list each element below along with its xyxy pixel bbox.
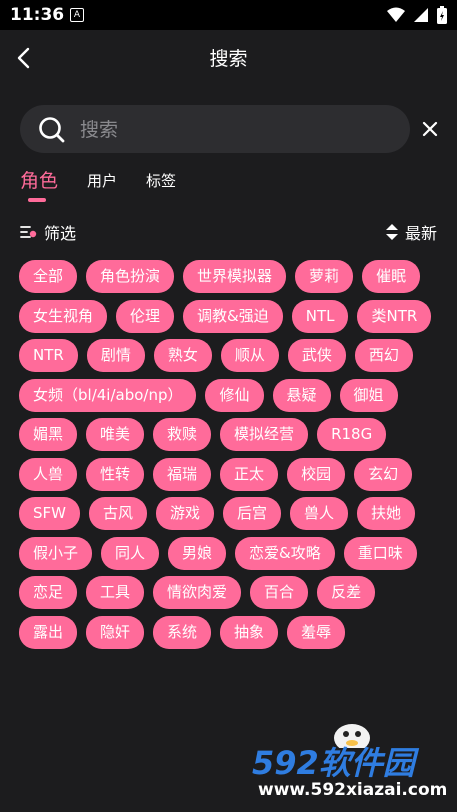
signal-icon <box>414 8 428 22</box>
tag-chip[interactable]: 顺从 <box>220 339 279 372</box>
watermark: 592软件园 www.592xiazai.com <box>252 712 457 812</box>
tag-chip[interactable]: 媚黑 <box>19 418 78 451</box>
watermark-url: www.592xiazai.com <box>258 780 448 800</box>
tag-chip[interactable]: 类NTR <box>357 299 432 333</box>
tag-cloud: 全部 角色扮演 世界模拟器 萝莉 催眠 女生视角 伦理 调教&强迫 NTL 类NTR NTR 剧情 熟女… <box>19 260 439 655</box>
tag-chip[interactable]: 男娘 <box>168 536 227 570</box>
battery-icon <box>437 6 447 24</box>
search-icon <box>39 117 65 143</box>
tag-chip[interactable]: R18G <box>317 418 387 451</box>
tag-chip[interactable]: NTR <box>19 339 78 372</box>
tag-chip[interactable]: 羞辱 <box>287 615 346 649</box>
tag-chip[interactable]: 抽象 <box>220 615 279 649</box>
tag-chip[interactable]: 校园 <box>287 457 346 491</box>
tag-chip[interactable]: 后宫 <box>223 497 282 530</box>
tag-row: SFW 古风 游戏 后宫 兽人 扶她 <box>19 497 439 530</box>
filter-sort-row: 筛选 最新 <box>0 218 457 246</box>
tag-chip[interactable]: 恋爱&攻略 <box>235 536 335 570</box>
tag-chip[interactable]: 角色扮演 <box>86 260 175 293</box>
tag-chip[interactable]: 性转 <box>86 457 145 491</box>
tag-chip[interactable]: 情欲肉爱 <box>153 576 242 609</box>
tag-chip[interactable]: 御姐 <box>339 378 398 412</box>
close-icon[interactable] <box>420 119 440 139</box>
watermark-brand: 592软件园 <box>252 744 415 782</box>
tag-chip[interactable]: 模拟经营 <box>220 418 309 451</box>
sort-button[interactable]: 最新 <box>385 220 437 244</box>
status-time: 11:36 <box>10 5 65 25</box>
tag-chip[interactable]: 玄幻 <box>354 457 413 491</box>
tag-chip[interactable]: 兽人 <box>290 497 349 530</box>
tab-tag[interactable]: 标签 <box>146 170 176 191</box>
tag-row: NTR 剧情 熟女 顺从 武侠 西幻 <box>19 339 439 372</box>
tag-chip[interactable]: 调教&强迫 <box>183 299 283 333</box>
app-header: 搜索 <box>0 30 457 86</box>
tag-chip[interactable]: 全部 <box>19 260 78 293</box>
tag-chip[interactable]: 熟女 <box>153 339 212 372</box>
tag-chip[interactable]: 露出 <box>19 615 78 649</box>
tag-chip[interactable]: 福瑞 <box>153 457 212 491</box>
tag-chip[interactable]: 假小子 <box>19 536 93 570</box>
filter-button[interactable]: 筛选 <box>20 220 76 244</box>
active-tab-indicator <box>28 198 46 202</box>
sort-label: 最新 <box>404 224 437 243</box>
tab-user[interactable]: 用户 <box>87 170 117 191</box>
filter-label: 筛选 <box>44 224 77 243</box>
tag-row: 女频（bl/4i/abo/np） 修仙 悬疑 御姐 <box>19 378 439 412</box>
tag-chip[interactable]: 同人 <box>101 536 160 570</box>
tag-chip[interactable]: 武侠 <box>287 339 346 372</box>
tag-chip[interactable]: 百合 <box>250 576 309 609</box>
tag-chip[interactable]: 系统 <box>153 615 212 649</box>
tag-chip[interactable]: NTL <box>291 299 349 333</box>
tag-chip[interactable]: 重口味 <box>343 536 417 570</box>
status-icons <box>387 6 447 24</box>
search-input[interactable] <box>78 105 402 155</box>
status-bar: 11:36 A <box>0 0 457 30</box>
tag-chip[interactable]: 正太 <box>220 457 279 491</box>
tag-chip[interactable]: 女生视角 <box>19 299 108 333</box>
tag-chip[interactable]: 扶她 <box>357 497 416 530</box>
tag-row: 恋足 工具 情欲肉爱 百合 反差 <box>19 576 439 609</box>
tag-chip[interactable]: 伦理 <box>116 299 175 333</box>
tag-chip[interactable]: 古风 <box>88 497 147 530</box>
notification-icon: A <box>70 8 84 22</box>
tag-chip[interactable]: 萝莉 <box>295 260 354 293</box>
tag-chip[interactable]: 恋足 <box>19 576 78 609</box>
tag-chip[interactable]: 唯美 <box>86 418 145 451</box>
search-tabs: 角色 用户 标签 <box>0 166 457 206</box>
tag-row: 媚黑 唯美 救赎 模拟经营 R18G <box>19 418 439 451</box>
tag-row: 人兽 性转 福瑞 正太 校园 玄幻 <box>19 457 439 491</box>
tag-chip[interactable]: 女频（bl/4i/abo/np） <box>19 378 197 412</box>
tag-chip[interactable]: 救赎 <box>153 418 212 451</box>
tag-row: 露出 隐奸 系统 抽象 羞辱 <box>19 615 439 649</box>
tag-chip[interactable]: 剧情 <box>86 339 145 372</box>
tag-chip[interactable]: 世界模拟器 <box>183 260 287 293</box>
sort-icon <box>385 224 398 240</box>
tag-chip[interactable]: 悬疑 <box>272 378 331 412</box>
search-bar[interactable] <box>20 105 410 155</box>
tag-chip[interactable]: 隐奸 <box>86 615 145 649</box>
tag-chip[interactable]: 人兽 <box>19 457 78 491</box>
filter-icon <box>20 226 37 238</box>
tab-role[interactable]: 角色 <box>20 166 58 193</box>
tag-chip[interactable]: 催眠 <box>362 260 421 293</box>
page-title: 搜索 <box>209 48 248 70</box>
tag-chip[interactable]: 反差 <box>317 576 376 609</box>
wifi-icon <box>387 7 405 22</box>
tag-chip[interactable]: 游戏 <box>156 497 215 530</box>
tag-row: 女生视角 伦理 调教&强迫 NTL 类NTR <box>19 299 439 333</box>
tag-row: 假小子 同人 男娘 恋爱&攻略 重口味 <box>19 536 439 570</box>
tag-chip[interactable]: 西幻 <box>354 339 413 372</box>
tag-row: 全部 角色扮演 世界模拟器 萝莉 催眠 <box>19 260 439 293</box>
tag-chip[interactable]: 修仙 <box>205 378 264 412</box>
tag-chip[interactable]: 工具 <box>86 576 145 609</box>
tag-chip[interactable]: SFW <box>19 497 80 530</box>
